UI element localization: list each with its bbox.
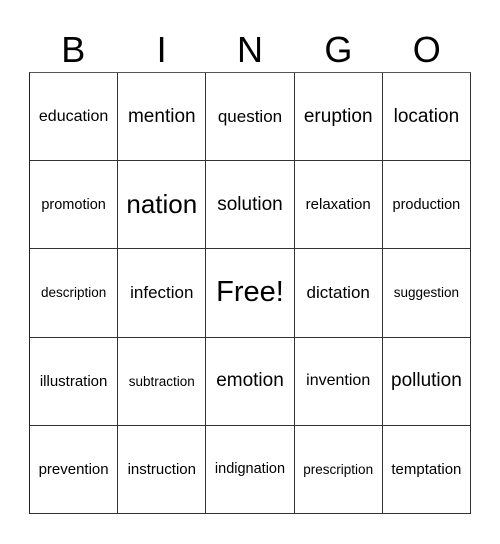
bingo-cell[interactable]: illustration (30, 337, 119, 426)
bingo-cell[interactable]: infection (118, 249, 207, 338)
bingo-cell[interactable]: location (382, 73, 471, 162)
bingo-cell[interactable]: instruction (118, 425, 207, 514)
bingo-cell[interactable]: question (206, 73, 295, 162)
bingo-cell[interactable]: promotion (30, 161, 119, 250)
bingo-cell[interactable]: dictation (294, 249, 383, 338)
cell-word: suggestion (393, 285, 460, 301)
cell-word: nation (126, 189, 198, 220)
cell-word: education (38, 107, 109, 125)
cell-word: subtraction (128, 373, 195, 389)
bingo-cell[interactable]: invention (294, 337, 383, 426)
free-space-cell[interactable]: Free! (206, 249, 295, 338)
bingo-cell[interactable]: indignation (206, 425, 295, 514)
bingo-cell[interactable]: subtraction (118, 337, 207, 426)
bingo-cell[interactable]: prevention (30, 425, 119, 514)
cell-word: illustration (39, 372, 108, 390)
bingo-cell[interactable]: emotion (206, 337, 295, 426)
bingo-cell[interactable]: solution (206, 161, 295, 250)
free-space-label: Free! (216, 276, 284, 309)
cell-word: promotion (41, 196, 106, 213)
cell-word: infection (130, 282, 194, 302)
bingo-cell[interactable]: pollution (382, 337, 471, 426)
bingo-cell[interactable]: production (382, 161, 471, 250)
cell-word: dictation (306, 282, 370, 302)
header-letter-g: G (324, 29, 353, 70)
cell-word: prevention (38, 460, 109, 478)
cell-word: question (217, 106, 283, 126)
cell-word: location (393, 105, 460, 127)
cell-word: invention (306, 372, 371, 390)
cell-word: emotion (216, 370, 284, 392)
header-letter-b: B (61, 29, 86, 70)
bingo-cell[interactable]: temptation (382, 425, 471, 514)
cell-word: solution (217, 193, 283, 215)
cell-word: instruction (127, 460, 196, 478)
cell-word: prescription (303, 461, 374, 477)
bingo-cell[interactable]: suggestion (382, 249, 471, 338)
bingo-cell[interactable]: prescription (294, 425, 383, 514)
bingo-cell[interactable]: description (30, 249, 119, 338)
bingo-cell[interactable]: relaxation (294, 161, 383, 250)
cell-word: temptation (391, 460, 462, 478)
header-letter-o: O (412, 29, 441, 70)
bingo-cell[interactable]: mention (118, 73, 207, 162)
bingo-grid: education mention question eruption loca… (29, 72, 471, 514)
cell-word: description (40, 285, 107, 301)
cell-word: mention (127, 105, 196, 127)
bingo-header: B I N G O (29, 28, 471, 72)
bingo-cell[interactable]: education (30, 73, 119, 162)
cell-word: indignation (214, 461, 286, 478)
cell-word: production (392, 196, 461, 213)
header-letter-i: I (156, 29, 167, 70)
header-letter-n: N (236, 29, 263, 70)
bingo-cell[interactable]: eruption (294, 73, 383, 162)
cell-word: relaxation (305, 196, 371, 214)
cell-word: eruption (303, 105, 373, 127)
cell-word: pollution (391, 370, 462, 392)
bingo-cell[interactable]: nation (118, 161, 207, 250)
